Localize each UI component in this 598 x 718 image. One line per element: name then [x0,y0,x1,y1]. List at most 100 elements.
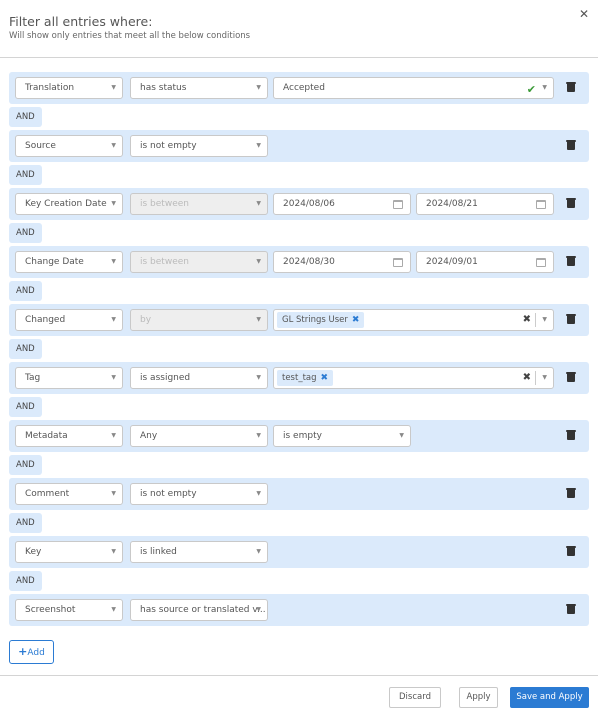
clear-icon[interactable]: ✖ [523,310,531,330]
chevron-down-icon: ▼ [256,548,261,555]
trash-icon[interactable] [566,488,576,498]
multi-value-select[interactable]: GL Strings User ✖ ✖ ▼ [273,309,554,331]
operator-select[interactable]: is linked ▼ [130,541,268,563]
field-select[interactable]: Translation ▼ [15,77,123,99]
trash-icon[interactable] [566,198,576,208]
date-value: 2024/08/30 [283,257,335,267]
value-select[interactable]: is empty ▼ [273,425,411,447]
date-from-input[interactable]: 2024/08/06 [273,193,411,215]
chevron-down-icon: ▼ [256,432,261,439]
separator [535,371,536,385]
trash-icon[interactable] [566,314,576,324]
trash-bin [567,84,575,92]
operator-select-value: is between [140,199,189,209]
operator-select[interactable]: has status ▼ [130,77,268,99]
chevron-down-icon: ▼ [256,374,261,381]
operator-select-value: is not empty [140,489,197,499]
discard-button[interactable]: Discard [389,687,441,708]
dialog-subtitle: Will show only entries that meet all the… [9,31,251,41]
chevron-down-icon: ▼ [256,490,261,497]
field-select-value: Screenshot [25,605,76,615]
operator-select-value: is not empty [140,141,197,151]
calendar-icon[interactable] [536,200,546,209]
trash-bin [567,548,575,556]
chevron-down-icon: ▼ [542,84,547,91]
and-connector: AND [9,104,589,130]
chevron-down-icon: ▼ [111,606,116,613]
and-label: AND [9,397,42,417]
calendar-icon[interactable] [393,258,403,267]
save-and-apply-button[interactable]: Save and Apply [510,687,589,708]
operator-select[interactable]: is not empty ▼ [130,483,268,505]
field-select[interactable]: Tag ▼ [15,367,123,389]
clear-icon[interactable]: ✖ [523,368,531,388]
operator-select[interactable]: has source or translated v... ▼ [130,599,268,621]
trash-icon[interactable] [566,372,576,382]
condition-row: Tag ▼ is assigned ▼ test_tag ✖ ✖ ▼ [9,362,589,394]
chevron-down-icon: ▼ [111,374,116,381]
chevron-down-icon[interactable]: ▼ [542,310,547,330]
value-chip: test_tag ✖ [277,370,334,386]
operator-select: is between ▼ [130,193,268,215]
operator-select[interactable]: is assigned ▼ [130,367,268,389]
trash-bin [567,316,575,324]
trash-icon[interactable] [566,604,576,614]
operator-select[interactable]: Any ▼ [130,425,268,447]
chevron-down-icon: ▼ [256,316,261,323]
trash-icon[interactable] [566,256,576,266]
field-select-value: Translation [25,83,75,93]
date-from-input[interactable]: 2024/08/30 [273,251,411,273]
chip-label: GL Strings User [282,315,348,325]
condition-row: Changed ▼ by ▼ GL Strings User ✖ ✖ ▼ [9,304,589,336]
date-value: 2024/08/06 [283,199,335,209]
trash-icon[interactable] [566,430,576,440]
and-connector: AND [9,162,589,188]
chevron-down-icon: ▼ [256,200,261,207]
apply-button[interactable]: Apply [459,687,498,708]
remove-chip-icon[interactable]: ✖ [352,315,360,325]
and-label: AND [9,165,42,185]
field-select[interactable]: Key Creation Date ▼ [15,193,123,215]
field-select[interactable]: Source ▼ [15,135,123,157]
operator-select: by ▼ [130,309,268,331]
trash-icon[interactable] [566,546,576,556]
add-condition-button[interactable]: +Add [9,640,54,664]
calendar-icon[interactable] [536,258,546,267]
chevron-down-icon: ▼ [111,200,116,207]
field-select[interactable]: Change Date ▼ [15,251,123,273]
and-label: AND [9,223,42,243]
multi-value-select[interactable]: test_tag ✖ ✖ ▼ [273,367,554,389]
and-label: AND [9,281,42,301]
field-select[interactable]: Changed ▼ [15,309,123,331]
field-select[interactable]: Metadata ▼ [15,425,123,447]
date-to-input[interactable]: 2024/08/21 [416,193,554,215]
chevron-down-icon: ▼ [111,490,116,497]
date-to-input[interactable]: 2024/09/01 [416,251,554,273]
close-icon[interactable]: ✕ [579,7,589,21]
field-select[interactable]: Key ▼ [15,541,123,563]
dialog-title: Filter all entries where: [9,14,153,29]
field-select-value: Key [25,547,42,557]
field-select-value: Tag [25,373,41,383]
chevron-down-icon[interactable]: ▼ [542,368,547,388]
trash-icon[interactable] [566,140,576,150]
condition-row: Key ▼ is linked ▼ [9,536,589,568]
and-connector: AND [9,278,589,304]
condition-row: Screenshot ▼ has source or translated v...… [9,594,589,626]
calendar-icon[interactable] [393,200,403,209]
conditions-list: Translation ▼ has status ▼ Accepted ▼ ✔ AND Sour… [9,72,589,626]
chevron-down-icon: ▼ [111,316,116,323]
operator-select-value: has status [140,83,187,93]
and-label: AND [9,571,42,591]
trash-icon[interactable] [566,82,576,92]
remove-chip-icon[interactable]: ✖ [321,373,329,383]
dialog-header: Filter all entries where: Will show only… [0,0,598,58]
and-connector: AND [9,394,589,420]
operator-select[interactable]: is not empty ▼ [130,135,268,157]
field-select[interactable]: Comment ▼ [15,483,123,505]
condition-row: Change Date ▼ is between ▼ 2024/08/30 2024/09… [9,246,589,278]
plus-icon: + [18,645,28,658]
field-select[interactable]: Screenshot ▼ [15,599,123,621]
check-icon: ✔ [526,83,536,96]
value-select[interactable]: Accepted ▼ ✔ [273,77,554,99]
